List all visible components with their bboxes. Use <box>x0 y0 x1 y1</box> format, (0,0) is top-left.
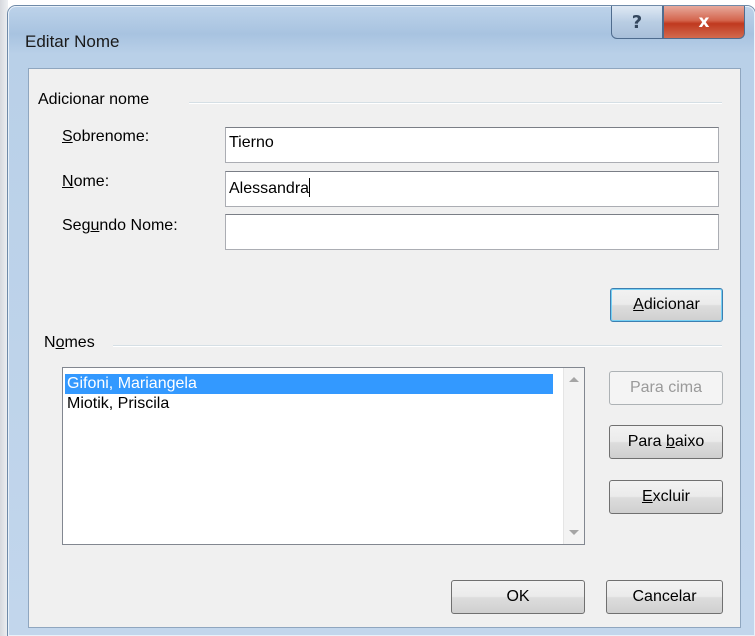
names-group-divider <box>113 345 722 347</box>
add-button[interactable]: Adicionar <box>610 288 723 322</box>
listbox-scrollbar[interactable] <box>563 368 584 544</box>
scroll-up-icon[interactable] <box>569 377 579 382</box>
list-item[interactable]: Miotik, Priscila <box>65 394 169 414</box>
close-button[interactable]: x <box>663 6 745 39</box>
move-up-button[interactable]: Para cima <box>609 371 723 405</box>
first-name-input[interactable]: Alessandra <box>225 171 719 207</box>
background-window-edge <box>0 0 8 636</box>
names-listbox[interactable]: Gifoni, Mariangela Miotik, Priscila <box>62 367 585 545</box>
first-name-value: Alessandra <box>229 180 310 197</box>
surname-label: Sobrenome: <box>62 128 150 145</box>
help-icon: ? <box>631 11 643 33</box>
add-group-divider <box>189 102 722 104</box>
move-down-button[interactable]: Para b aixo <box>609 425 723 459</box>
dialog-client-area: Adicionar nome Sobrenome: Tierno Nome: A… <box>28 68 741 628</box>
ok-button[interactable]: OK <box>451 580 585 614</box>
cancel-button[interactable]: Cancelar <box>606 580 723 614</box>
names-group-label: Nomes <box>44 334 103 352</box>
middle-name-input[interactable] <box>225 214 719 250</box>
surname-input[interactable]: Tierno <box>225 127 719 163</box>
scroll-down-icon[interactable] <box>569 530 579 535</box>
dialog-title: Editar Nome <box>25 32 120 51</box>
text-caret <box>309 178 311 197</box>
delete-button[interactable]: Excluir <box>609 480 723 514</box>
first-name-label: Nome: <box>62 173 110 190</box>
dialog-window: Editar Nome ? x Adicionar nome Sobrenome… <box>8 6 755 636</box>
close-icon: x <box>698 12 710 32</box>
list-item[interactable]: Gifoni, Mariangela <box>65 374 553 394</box>
help-button[interactable]: ? <box>611 6 663 39</box>
middle-name-label: Segundo Nome: <box>62 217 178 234</box>
title-bar[interactable]: Editar Nome ? x <box>8 6 755 68</box>
add-group-label: Adicionar nome <box>38 91 158 109</box>
